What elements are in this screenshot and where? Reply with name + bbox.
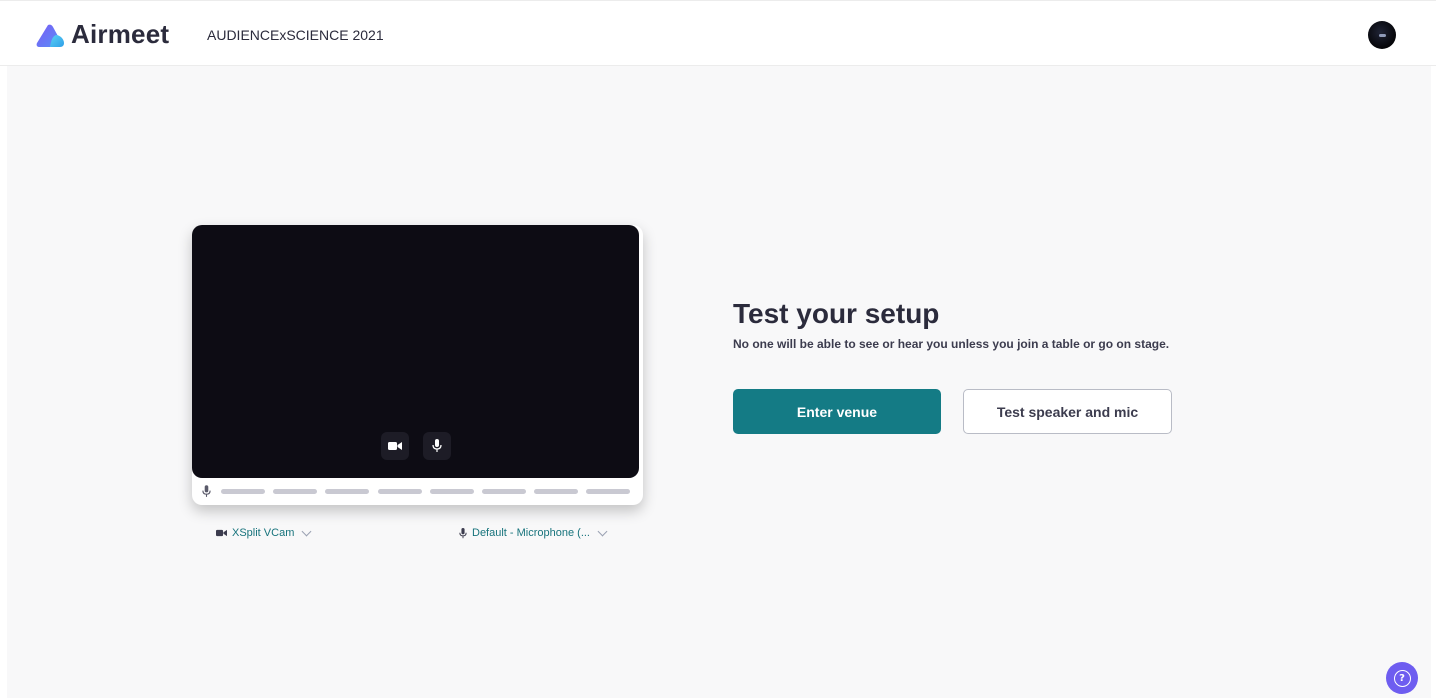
microphone-select-label: Default - Microphone (... bbox=[472, 527, 590, 539]
event-title: AUDIENCExSCIENCE 2021 bbox=[207, 27, 384, 43]
camera-select[interactable]: XSplit VCam bbox=[216, 526, 312, 539]
camera-select-label: XSplit VCam bbox=[232, 527, 295, 539]
setup-subtitle: No one will be able to see or hear you u… bbox=[733, 337, 1170, 351]
level-bar bbox=[586, 489, 630, 494]
user-avatar[interactable] bbox=[1368, 21, 1396, 49]
top-header: Airmeet AUDIENCExSCIENCE 2021 bbox=[0, 0, 1436, 66]
help-button[interactable]: ? bbox=[1386, 662, 1418, 694]
level-bar bbox=[325, 489, 369, 494]
microphone-select[interactable]: Default - Microphone (... bbox=[459, 526, 608, 539]
test-speaker-mic-button[interactable]: Test speaker and mic bbox=[963, 389, 1172, 434]
airmeet-logo-icon[interactable] bbox=[36, 24, 64, 48]
mic-toggle-button[interactable] bbox=[423, 432, 451, 460]
microphone-icon bbox=[459, 527, 467, 538]
chevron-down-icon bbox=[301, 526, 312, 536]
video-camera-icon bbox=[388, 442, 402, 450]
microphone-icon bbox=[202, 485, 211, 497]
video-camera-icon bbox=[216, 529, 227, 537]
video-preview bbox=[192, 225, 639, 478]
enter-venue-button[interactable]: Enter venue bbox=[733, 389, 941, 434]
level-bar bbox=[378, 489, 422, 494]
help-icon: ? bbox=[1393, 669, 1411, 687]
microphone-icon bbox=[432, 439, 442, 452]
mic-level-meter bbox=[192, 482, 643, 502]
level-bar bbox=[221, 489, 265, 494]
level-bar bbox=[482, 489, 526, 494]
camera-toggle-button[interactable] bbox=[381, 432, 409, 460]
level-bar bbox=[534, 489, 578, 494]
video-preview-card bbox=[192, 225, 643, 505]
avatar-mark bbox=[1378, 33, 1386, 37]
level-bar bbox=[430, 489, 474, 494]
brand-name: Airmeet bbox=[71, 19, 170, 49]
level-bar bbox=[273, 489, 317, 494]
setup-title: Test your setup bbox=[733, 298, 940, 329]
chevron-down-icon bbox=[597, 526, 608, 536]
